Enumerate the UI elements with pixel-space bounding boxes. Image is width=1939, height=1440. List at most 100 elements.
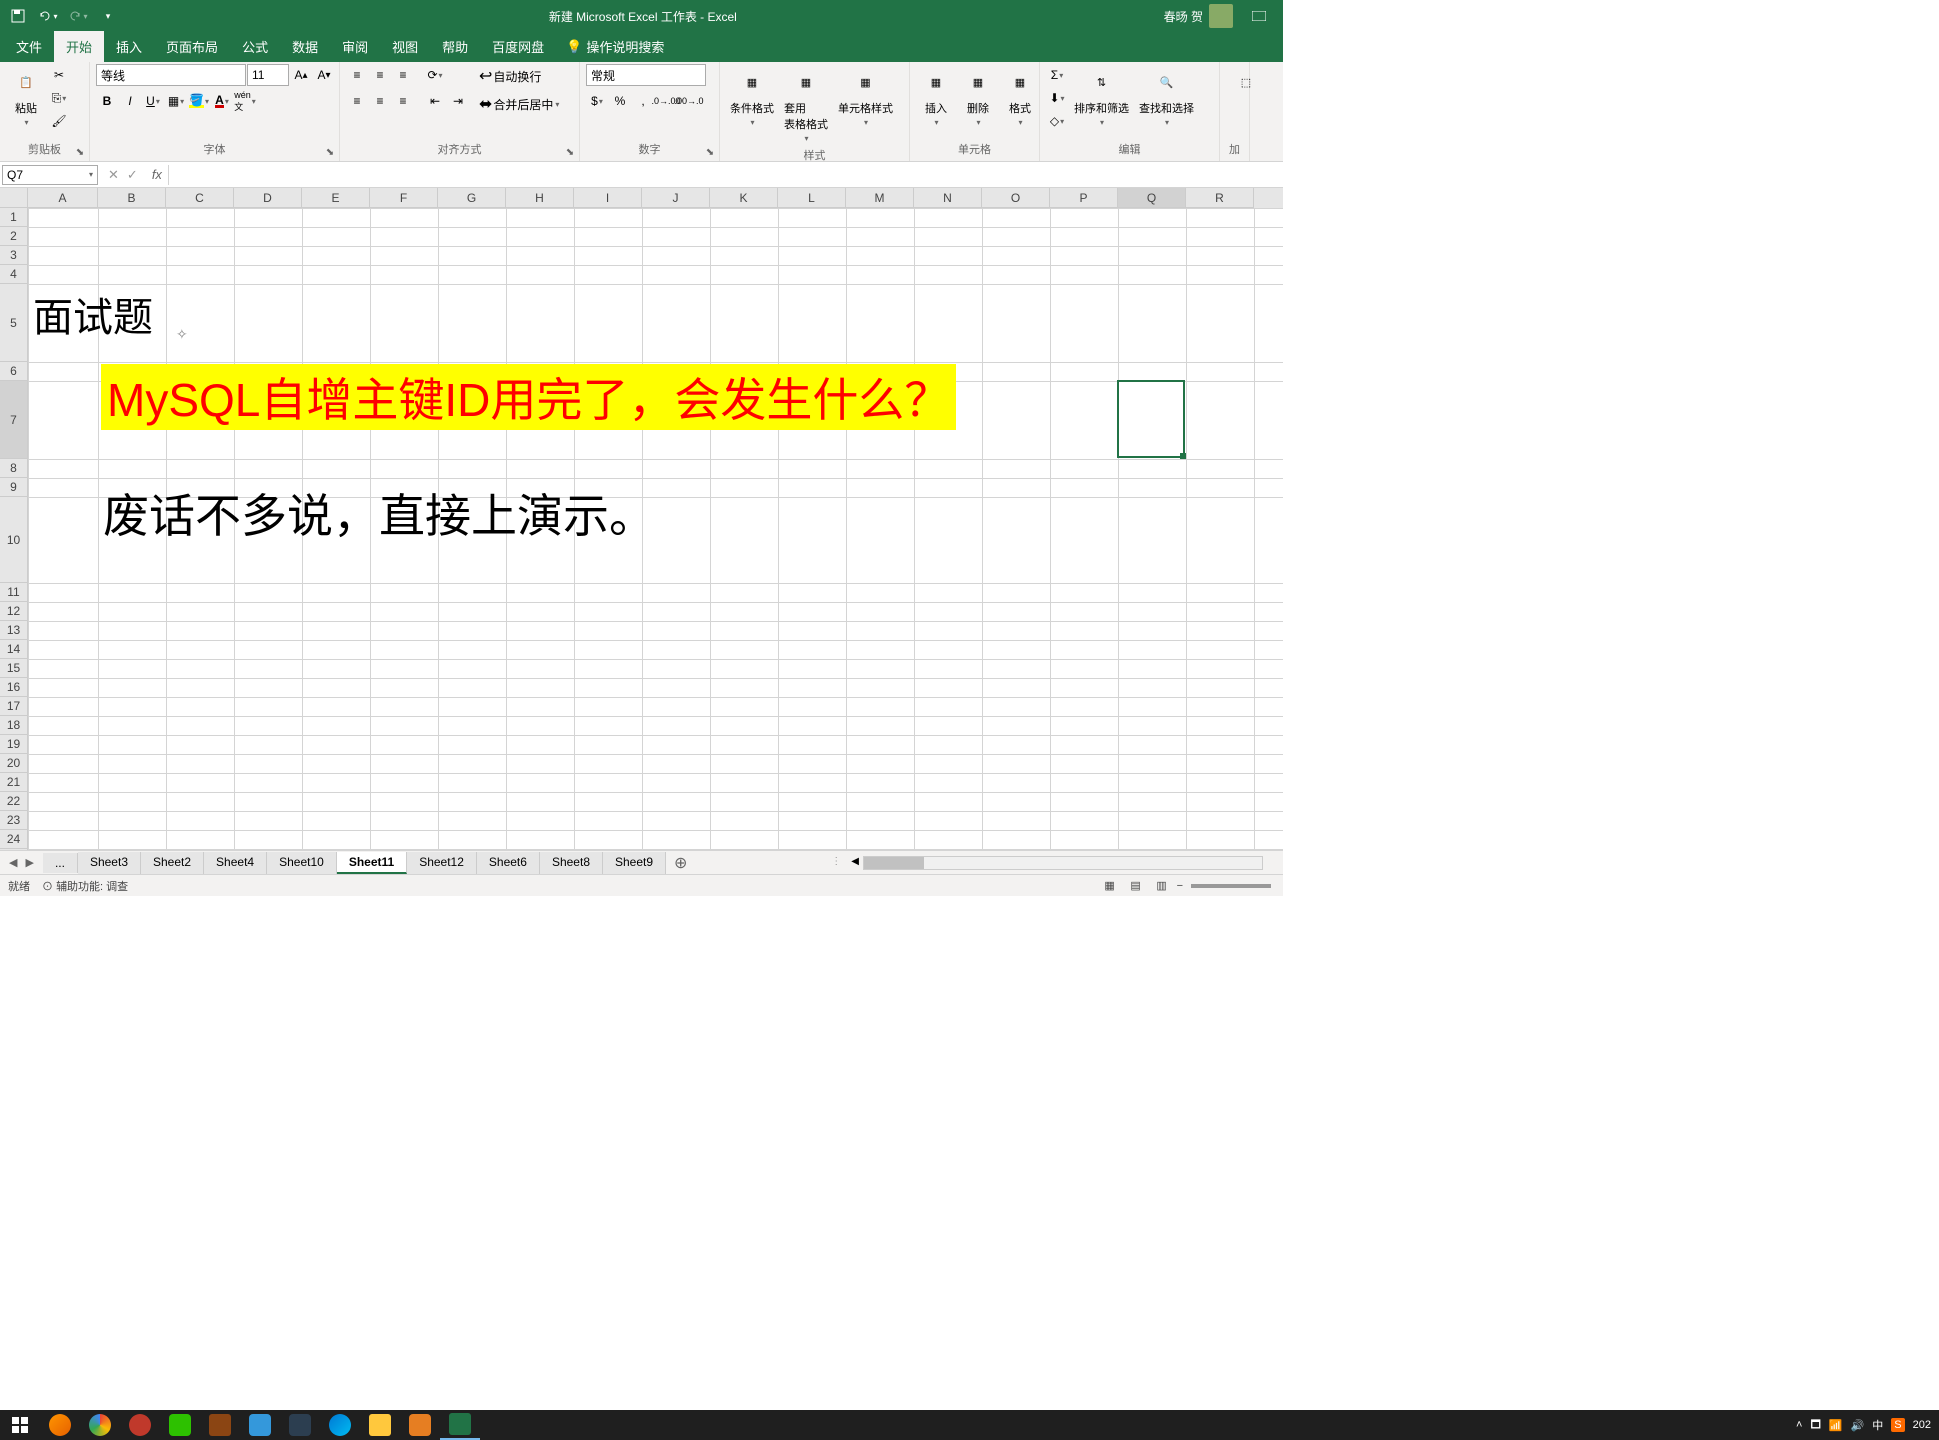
page-layout-view-button[interactable]: ▤ [1125, 877, 1147, 895]
fill-button[interactable]: ⬇▾ [1046, 87, 1068, 109]
sheet-tab-sheet10[interactable]: Sheet10 [267, 852, 337, 874]
column-header-K[interactable]: K [710, 188, 778, 208]
column-header-N[interactable]: N [914, 188, 982, 208]
row-header-8[interactable]: 8 [0, 459, 28, 478]
copy-button[interactable]: ⎘▾ [48, 87, 70, 109]
taskbar-excel[interactable] [440, 1410, 480, 1440]
font-color-button[interactable]: A▾ [211, 90, 233, 112]
tell-me-search[interactable]: 💡 操作说明搜索 [556, 31, 674, 62]
taskbar-app4[interactable] [280, 1410, 320, 1440]
column-header-J[interactable]: J [642, 188, 710, 208]
decrease-font-button[interactable]: A▾ [313, 64, 335, 86]
row-header-7[interactable]: 7 [0, 381, 28, 459]
align-left-button[interactable]: ≡ [346, 90, 368, 112]
underline-button[interactable]: U▾ [142, 90, 164, 112]
tab-formulas[interactable]: 公式 [230, 31, 280, 62]
row-header-19[interactable]: 19 [0, 735, 28, 754]
tray-chevron-icon[interactable]: ˄ [1796, 1419, 1802, 1431]
align-bottom-button[interactable]: ≡ [392, 64, 414, 86]
column-header-A[interactable]: A [28, 188, 98, 208]
fill-color-button[interactable]: 🪣▾ [188, 90, 210, 112]
row-header-20[interactable]: 20 [0, 754, 28, 773]
row-header-17[interactable]: 17 [0, 697, 28, 716]
row-header-10[interactable]: 10 [0, 497, 28, 583]
row-header-6[interactable]: 6 [0, 362, 28, 381]
name-box[interactable]: Q7▾ [2, 165, 98, 185]
row-header-15[interactable]: 15 [0, 659, 28, 678]
zoom-out-button[interactable]: − [1177, 880, 1183, 892]
addins-button[interactable]: ⬚ [1226, 64, 1266, 100]
row-header-5[interactable]: 5 [0, 284, 28, 362]
italic-button[interactable]: I [119, 90, 141, 112]
column-header-Q[interactable]: Q [1118, 188, 1186, 208]
clear-button[interactable]: ◇▾ [1046, 110, 1068, 132]
column-header-E[interactable]: E [302, 188, 370, 208]
column-header-C[interactable]: C [166, 188, 234, 208]
insert-cells-button[interactable]: ▦ 插入▾ [916, 64, 956, 129]
cell-b7[interactable]: MySQL自增主键ID用完了，会发生什么？ [98, 363, 959, 431]
accessibility-status[interactable]: ⊙ 辅助功能: 调查 [42, 878, 128, 894]
save-button[interactable] [4, 4, 32, 28]
row-header-18[interactable]: 18 [0, 716, 28, 735]
user-avatar[interactable] [1209, 4, 1233, 28]
sort-filter-button[interactable]: ⇅ 排序和筛选▾ [1070, 64, 1133, 129]
user-name[interactable]: 春旸 贺 [1164, 8, 1203, 25]
row-header-9[interactable]: 9 [0, 478, 28, 497]
number-format-select[interactable] [586, 64, 706, 86]
clipboard-launcher[interactable]: ⬊ [73, 145, 87, 159]
row-header-1[interactable]: 1 [0, 208, 28, 227]
column-header-F[interactable]: F [370, 188, 438, 208]
normal-view-button[interactable]: ▦ [1099, 877, 1121, 895]
wrap-text-button[interactable]: ↩ 自动换行 [477, 64, 561, 88]
increase-font-button[interactable]: A▴ [290, 64, 312, 86]
conditional-format-button[interactable]: ▦ 条件格式▾ [726, 64, 778, 129]
row-header-13[interactable]: 13 [0, 621, 28, 640]
decrease-decimal-button[interactable]: .00→.0 [678, 90, 700, 112]
column-header-D[interactable]: D [234, 188, 302, 208]
tray-sogou-icon[interactable]: S [1891, 1418, 1904, 1432]
column-header-I[interactable]: I [574, 188, 642, 208]
row-header-25[interactable]: 25 [0, 849, 28, 850]
currency-button[interactable]: $▾ [586, 90, 608, 112]
row-header-14[interactable]: 14 [0, 640, 28, 659]
row-header-23[interactable]: 23 [0, 811, 28, 830]
row-header-3[interactable]: 3 [0, 246, 28, 265]
row-header-12[interactable]: 12 [0, 602, 28, 621]
format-cells-button[interactable]: ▦ 格式▾ [1000, 64, 1040, 129]
orientation-button[interactable]: ⟳▾ [424, 64, 446, 86]
undo-button[interactable]: ▾ [34, 4, 62, 28]
horizontal-scrollbar[interactable] [863, 856, 1263, 870]
sheet-nav-next[interactable]: ▶ [22, 856, 36, 869]
align-right-button[interactable]: ≡ [392, 90, 414, 112]
taskbar-edge[interactable] [320, 1410, 360, 1440]
cancel-formula-button[interactable]: ✕ [108, 167, 119, 183]
taskbar-firefox[interactable] [40, 1410, 80, 1440]
column-header-P[interactable]: P [1050, 188, 1118, 208]
tab-baidu[interactable]: 百度网盘 [480, 31, 556, 62]
column-header-L[interactable]: L [778, 188, 846, 208]
increase-indent-button[interactable]: ⇥ [447, 90, 469, 112]
fx-icon[interactable]: fx [146, 167, 168, 182]
decrease-indent-button[interactable]: ⇤ [424, 90, 446, 112]
tab-file[interactable]: 文件 [4, 31, 54, 62]
border-button[interactable]: ▦▾ [165, 90, 187, 112]
paste-button[interactable]: 📋 粘贴 ▾ [6, 64, 46, 129]
number-launcher[interactable]: ⬊ [703, 145, 717, 159]
tray-clock[interactable]: 202 [1913, 1419, 1931, 1431]
taskbar-chrome[interactable] [80, 1410, 120, 1440]
tab-help[interactable]: 帮助 [430, 31, 480, 62]
tray-volume-icon[interactable]: 🔊 [1851, 1419, 1865, 1432]
tab-view[interactable]: 视图 [380, 31, 430, 62]
align-middle-button[interactable]: ≡ [369, 64, 391, 86]
find-select-button[interactable]: 🔍 查找和选择▾ [1135, 64, 1198, 129]
qat-customize[interactable]: ▾ [94, 4, 122, 28]
sheet-tab-sheet8[interactable]: Sheet8 [540, 852, 603, 874]
merge-center-button[interactable]: ⬌ 合并后居中 ▾ [477, 92, 561, 116]
taskbar-app5[interactable] [400, 1410, 440, 1440]
sheet-tab-sheet4[interactable]: Sheet4 [204, 852, 267, 874]
sheet-tab-sheet2[interactable]: Sheet2 [141, 852, 204, 874]
tab-layout[interactable]: 页面布局 [154, 31, 230, 62]
font-name-input[interactable] [96, 64, 246, 86]
tab-review[interactable]: 审阅 [330, 31, 380, 62]
column-header-O[interactable]: O [982, 188, 1050, 208]
